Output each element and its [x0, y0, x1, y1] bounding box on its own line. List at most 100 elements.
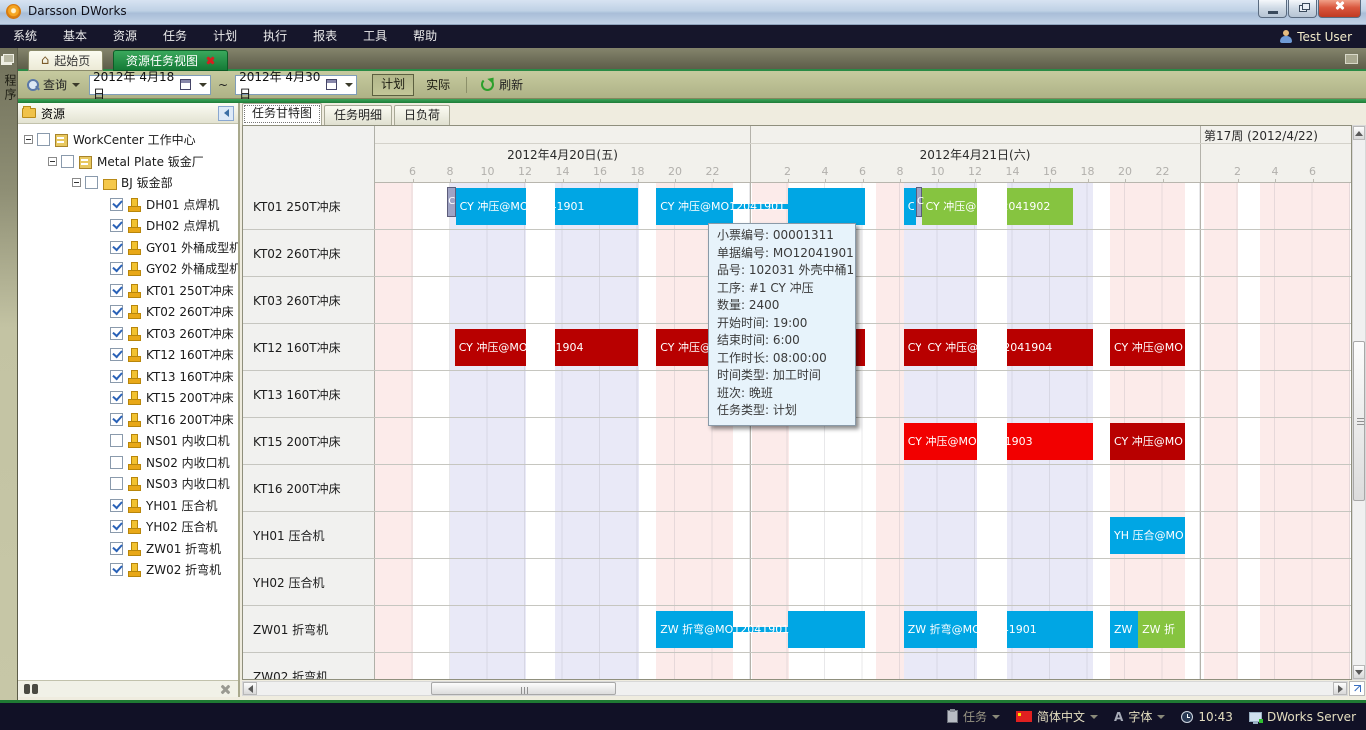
menu-item-3[interactable]: 任务: [150, 25, 200, 48]
task-bar[interactable]: [1007, 611, 1093, 648]
status-language-dropdown[interactable]: 简体中文: [1016, 708, 1098, 725]
tree-node[interactable]: NS02 内收口机: [18, 452, 238, 474]
task-bar[interactable]: [1007, 423, 1093, 460]
menu-item-2[interactable]: 资源: [100, 25, 150, 48]
tree-node[interactable]: NS03 内收口机: [18, 473, 238, 495]
tree-checkbox[interactable]: [110, 434, 123, 447]
date-from-input[interactable]: 2012年 4月18日: [89, 75, 211, 95]
menu-item-8[interactable]: 帮助: [400, 25, 450, 48]
program-side-strip[interactable]: 程序: [0, 48, 18, 700]
tree-node[interactable]: Metal Plate 钣金厂: [18, 151, 238, 173]
tree-checkbox[interactable]: [110, 391, 123, 404]
actual-toggle-button[interactable]: 实际: [418, 74, 458, 96]
tree-node[interactable]: DH01 点焊机: [18, 194, 238, 216]
tab-home-page[interactable]: ⌂ 起始页: [28, 50, 103, 71]
minimize-button[interactable]: [1258, 0, 1287, 18]
tree-node[interactable]: DH02 点焊机: [18, 215, 238, 237]
task-bar[interactable]: [455, 329, 526, 366]
tree-checkbox[interactable]: [110, 348, 123, 361]
tree-checkbox[interactable]: [110, 219, 123, 232]
horizontal-scrollbar[interactable]: [242, 681, 1348, 696]
tree-checkbox[interactable]: [110, 542, 123, 555]
task-bar[interactable]: [555, 188, 638, 225]
collapse-panel-button[interactable]: [218, 106, 234, 121]
tree-checkbox[interactable]: [110, 370, 123, 383]
task-bar[interactable]: [788, 611, 866, 648]
tree-checkbox[interactable]: [110, 262, 123, 275]
date-to-input[interactable]: 2012年 4月30日: [235, 75, 357, 95]
tree-node[interactable]: KT03 260T冲床: [18, 323, 238, 345]
scroll-down-button[interactable]: [1353, 665, 1365, 679]
tree-node[interactable]: BJ 钣金部: [18, 172, 238, 194]
tree-checkbox[interactable]: [61, 155, 74, 168]
query-button[interactable]: 查询: [20, 74, 86, 96]
tree-expander-icon[interactable]: [24, 135, 33, 144]
tree-node[interactable]: WorkCenter 工作中心: [18, 129, 238, 151]
gantt-tab-1[interactable]: 任务明细: [324, 105, 392, 125]
tree-checkbox[interactable]: [110, 499, 123, 512]
user-box[interactable]: Test User: [1280, 25, 1352, 48]
task-bar[interactable]: [788, 188, 866, 225]
tree-checkbox[interactable]: [85, 176, 98, 189]
task-bar[interactable]: [1007, 188, 1073, 225]
tree-checkbox[interactable]: [110, 198, 123, 211]
tree-node[interactable]: NS01 内收口机: [18, 430, 238, 452]
tree-node[interactable]: GY02 外桶成型机: [18, 258, 238, 280]
tree-node[interactable]: ZW02 折弯机: [18, 559, 238, 581]
refresh-button[interactable]: 刷新: [475, 74, 529, 96]
scroll-up-button[interactable]: [1353, 126, 1365, 140]
tree-checkbox[interactable]: [110, 413, 123, 426]
tab-close-icon[interactable]: [206, 56, 215, 65]
close-button[interactable]: [1318, 0, 1361, 18]
task-bar[interactable]: [904, 329, 924, 366]
task-bar[interactable]: [456, 188, 526, 225]
task-bar[interactable]: [904, 188, 916, 225]
task-bar[interactable]: [922, 188, 977, 225]
tree-node[interactable]: KT15 200T冲床: [18, 387, 238, 409]
tree-checkbox[interactable]: [110, 456, 123, 469]
tree-node[interactable]: KT02 260T冲床: [18, 301, 238, 323]
menu-item-5[interactable]: 执行: [250, 25, 300, 48]
task-drag-handle[interactable]: C: [447, 187, 455, 217]
tree-node[interactable]: KT01 250T冲床: [18, 280, 238, 302]
tree-checkbox[interactable]: [110, 520, 123, 533]
tree-node[interactable]: KT13 160T冲床: [18, 366, 238, 388]
task-bar[interactable]: [656, 611, 733, 648]
plan-toggle-button[interactable]: 计划: [372, 74, 414, 96]
tree-checkbox[interactable]: [37, 133, 50, 146]
menu-item-4[interactable]: 计划: [200, 25, 250, 48]
task-bar[interactable]: [1110, 611, 1138, 648]
clear-icon[interactable]: [220, 684, 230, 694]
tree-checkbox[interactable]: [110, 241, 123, 254]
tree-expander-icon[interactable]: [48, 157, 57, 166]
tree-checkbox[interactable]: [110, 327, 123, 340]
vertical-scroll-thumb[interactable]: [1353, 341, 1365, 501]
task-bar[interactable]: [555, 329, 638, 366]
status-tasks-dropdown[interactable]: 任务: [947, 708, 1000, 725]
tree-node[interactable]: KT12 160T冲床: [18, 344, 238, 366]
gantt-tab-2[interactable]: 日负荷: [394, 105, 450, 125]
task-bar[interactable]: [1007, 329, 1093, 366]
restore-button[interactable]: [1288, 0, 1317, 18]
tree-expander-icon[interactable]: [72, 178, 81, 187]
task-bar[interactable]: [1110, 329, 1185, 366]
tree-node[interactable]: ZW01 折弯机: [18, 538, 238, 560]
task-bar[interactable]: [904, 423, 977, 460]
menu-item-1[interactable]: 基本: [50, 25, 100, 48]
tree-node[interactable]: YH01 压合机: [18, 495, 238, 517]
task-bar[interactable]: [904, 611, 977, 648]
task-bar[interactable]: [656, 188, 733, 225]
menu-item-6[interactable]: 报表: [300, 25, 350, 48]
windows-list-icon[interactable]: [1345, 54, 1358, 64]
gantt-tab-0[interactable]: 任务甘特图: [242, 103, 322, 125]
task-bar[interactable]: [1138, 611, 1185, 648]
tree-node[interactable]: YH02 压合机: [18, 516, 238, 538]
menu-item-0[interactable]: 系统: [0, 25, 50, 48]
status-server[interactable]: DWorks Server: [1249, 710, 1356, 724]
task-bar[interactable]: [923, 329, 976, 366]
horizontal-scroll-thumb[interactable]: [431, 682, 616, 695]
tree-checkbox[interactable]: [110, 563, 123, 576]
menu-item-7[interactable]: 工具: [350, 25, 400, 48]
tree-node[interactable]: GY01 外桶成型机: [18, 237, 238, 259]
vertical-scrollbar[interactable]: [1352, 125, 1366, 680]
